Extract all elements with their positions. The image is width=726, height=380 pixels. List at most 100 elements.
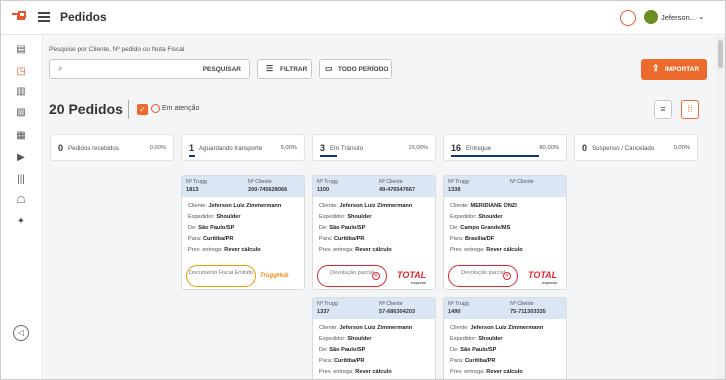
search-input[interactable]: ⌕ PESQUISAR: [49, 59, 250, 79]
app-frame: Pedidos Jeferson... ⌄ ▤ ◳ ▥ ▨ ▦ ▶ ||| ☖ …: [0, 0, 726, 380]
filter-button[interactable]: ☰ FILTRAR: [257, 59, 312, 79]
client-no-label: Nº Cliente: [379, 301, 403, 307]
total-express-logo: TOTAL express: [528, 270, 557, 285]
board-view-button[interactable]: ⁞⁞: [681, 100, 699, 119]
status-count: 0: [582, 143, 588, 153]
card-prev-row: Prev. entrega: Rever cálculo: [319, 247, 392, 253]
truck-icon[interactable]: ▶: [15, 152, 27, 164]
order-card[interactable]: Nº Trugg 1337 Nº Cliente 57-686304203 Cli…: [312, 297, 436, 379]
close-icon[interactable]: ✕: [372, 272, 380, 280]
close-icon[interactable]: ✕: [503, 272, 511, 280]
status-column-4[interactable]: 0 Suspenso / Cancelado 0,00%: [574, 134, 698, 161]
trugg-logo[interactable]: [11, 11, 27, 25]
brand-sub: express: [411, 280, 427, 285]
user-name[interactable]: Jeferson...: [661, 13, 696, 22]
row-value: São Paulo/SP: [198, 225, 235, 231]
attention-checkbox[interactable]: ✓: [137, 104, 148, 115]
row-label: Expedidor:: [319, 336, 346, 342]
chevron-down-icon[interactable]: ⌄: [698, 12, 705, 21]
row-value: Brasília/DF: [464, 236, 495, 242]
orders-icon[interactable]: ◳: [15, 66, 27, 78]
row-value: Jeferson Luiz Zimmermann: [208, 203, 282, 209]
card-para-row: Para: Curitiba/PR: [319, 358, 364, 364]
avatar[interactable]: [644, 10, 658, 24]
card-prev-row: Prev. entrega: Rever cálculo: [450, 369, 523, 375]
card-para-row: Para: Curitiba/PR: [319, 236, 364, 242]
order-card[interactable]: Nº Trugg 1813 Nº Cliente 200-745628066 Cl…: [181, 175, 305, 290]
search-button[interactable]: PESQUISAR: [203, 66, 241, 73]
list-view-button[interactable]: ≡: [654, 100, 672, 119]
trugg-number: 1490: [448, 309, 461, 315]
notification-bell-icon[interactable]: [620, 10, 636, 26]
row-value: São Paulo/SP: [329, 225, 366, 231]
plugin-icon[interactable]: ✦: [15, 216, 27, 228]
row-value: Shoulder: [347, 214, 372, 220]
row-label: Expedidor:: [319, 214, 346, 220]
dashboard-icon[interactable]: ▤: [15, 44, 27, 56]
brand-name: TruggHub: [260, 273, 289, 279]
status-progress: [189, 155, 195, 157]
card-prev-row: Prev. entrega: Rever cálculo: [450, 247, 523, 253]
row-label: De:: [450, 225, 459, 231]
menu-icon[interactable]: [38, 12, 50, 22]
trugg-label: Nº Trugg: [317, 301, 338, 307]
filter-label: FILTRAR: [280, 66, 308, 73]
card-action-button[interactable]: Documento Fiscal Emitido: [186, 265, 256, 287]
robot-icon[interactable]: ☖: [15, 195, 27, 207]
row-label: Prev. entrega:: [450, 369, 485, 375]
import-button[interactable]: ⇪ IMPORTAR: [641, 59, 707, 80]
trugg-number: 1100: [317, 187, 330, 193]
row-value: Shoulder: [216, 214, 241, 220]
client-no-label: Nº Cliente: [248, 179, 272, 185]
status-label: Suspenso / Cancelado: [592, 145, 655, 152]
status-label: Aguardando transporte: [199, 145, 263, 152]
brand-sub: express: [542, 280, 558, 285]
row-value: Rever cálculo: [486, 369, 523, 375]
row-value: Rever cálculo: [355, 247, 392, 253]
status-column-3[interactable]: 16 Entregue 80,00%: [443, 134, 567, 161]
status-percent: 0,00%: [673, 145, 690, 151]
brand-name: TOTAL: [528, 270, 558, 280]
row-value: São Paulo/SP: [329, 347, 366, 353]
building-icon[interactable]: ▦: [15, 130, 27, 142]
import-label: IMPORTAR: [665, 66, 700, 73]
attention-label: Em atenção: [162, 105, 200, 112]
order-card[interactable]: Nº Trugg 1490 Nº Cliente 75-711303335 Cli…: [443, 297, 567, 379]
action-label: Documento Fiscal Emitido: [189, 270, 253, 276]
order-card[interactable]: Nº Trugg 1338 Nº Cliente Cliente: MERIDI…: [443, 175, 567, 290]
row-value: Rever cálculo: [486, 247, 523, 253]
status-column-0[interactable]: 0 Pedidos recebidos 0,00%: [50, 134, 174, 161]
period-button[interactable]: ▭ TODO PERÍODO: [319, 59, 392, 79]
megaphone-icon[interactable]: ◁: [13, 325, 29, 341]
status-count: 1: [189, 143, 195, 153]
page-title: Pedidos: [60, 10, 107, 24]
chart-icon[interactable]: ▥: [15, 86, 27, 98]
status-count: 3: [320, 143, 326, 153]
brand-name: TOTAL: [397, 270, 427, 280]
status-percent: 5,00%: [280, 145, 297, 151]
row-label: Para:: [450, 358, 464, 364]
trugg-number: 1337: [317, 309, 330, 315]
row-value: Campo Grande/MS: [460, 225, 511, 231]
status-column-1[interactable]: 1 Aguardando transporte 5,00%: [181, 134, 305, 161]
trugg-number: 1813: [186, 187, 199, 193]
order-card[interactable]: Nº Trugg 1100 Nº Cliente 49-476547667 Cli…: [312, 175, 436, 290]
row-value: Jeferson Luiz Zimmermann: [339, 203, 413, 209]
row-label: Para:: [188, 236, 202, 242]
report-icon[interactable]: ▨: [15, 107, 27, 119]
status-column-2[interactable]: 3 Em Trânsito 15,00%: [312, 134, 436, 161]
status-count: 0: [58, 143, 64, 153]
orders-count: 20 Pedidos: [49, 101, 123, 117]
scrollbar[interactable]: [716, 36, 725, 379]
period-label: TODO PERÍODO: [338, 66, 389, 73]
barcode-icon[interactable]: |||: [15, 174, 27, 186]
row-label: Expedidor:: [450, 214, 477, 220]
card-de-row: De: São Paulo/SP: [319, 347, 365, 353]
card-action-button[interactable]: Devolução parcial ✕: [448, 265, 518, 287]
row-value: Curitiba/PR: [333, 236, 365, 242]
card-cliente-row: Cliente: MERIDIANE ONZI: [450, 203, 517, 209]
card-action-button[interactable]: Devolução parcial ✕: [317, 265, 387, 287]
card-cliente-row: Cliente: Jeferson Luiz Zimmermann: [450, 325, 543, 331]
status-percent: 0,00%: [149, 145, 166, 151]
card-header: Nº Trugg 1813 Nº Cliente 200-745628066: [182, 176, 304, 197]
